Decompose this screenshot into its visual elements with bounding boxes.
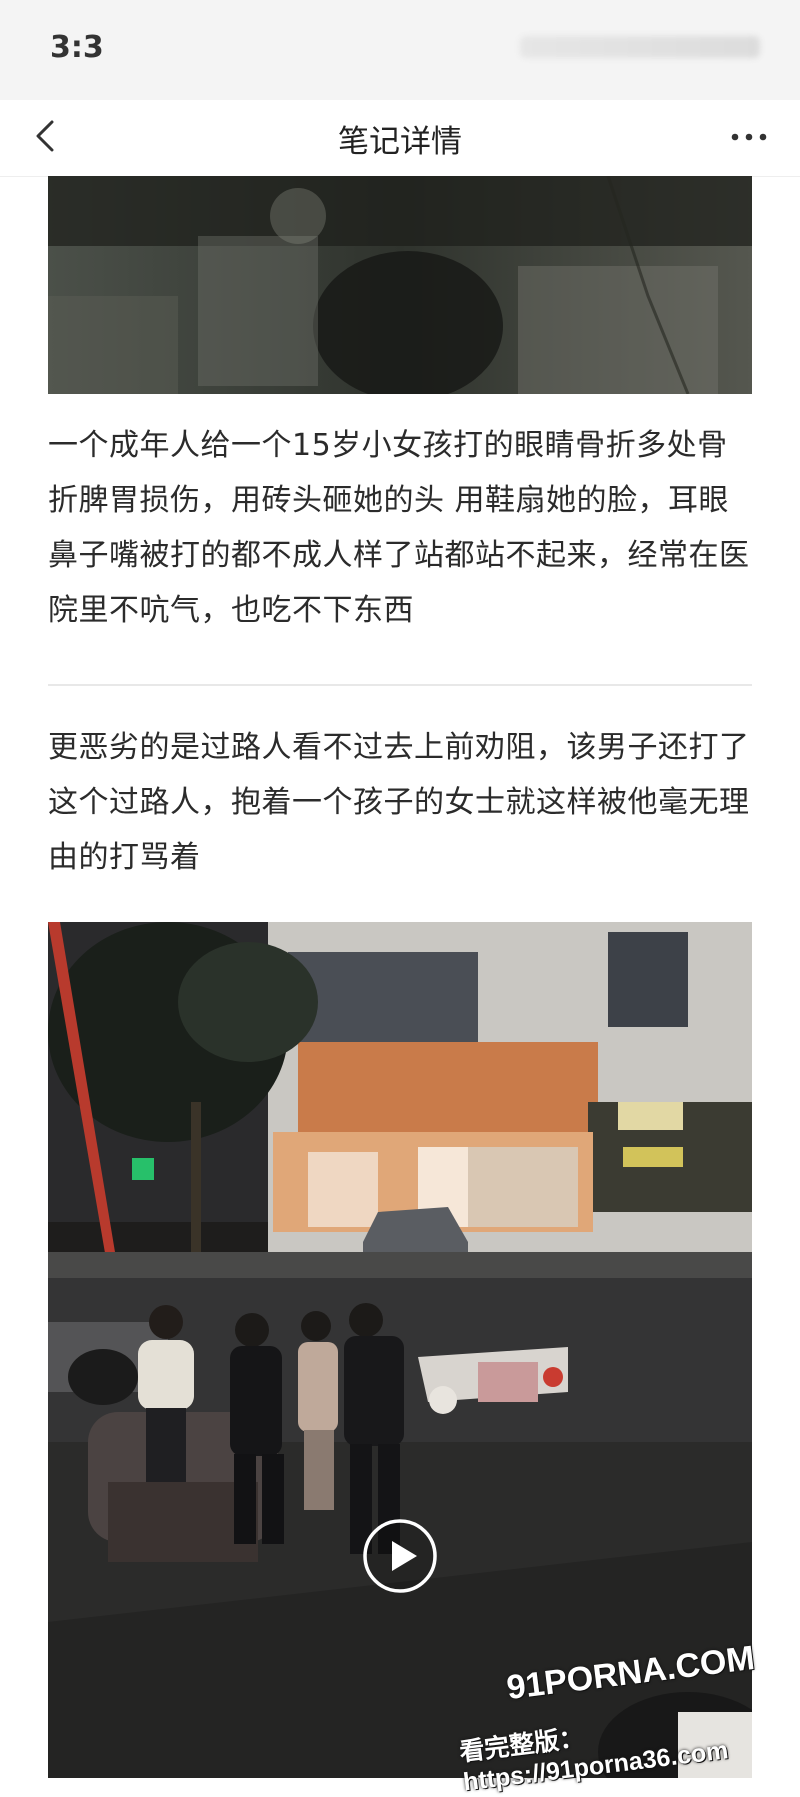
page-title: 笔记详情 (338, 124, 462, 160)
status-time: 3:3 (50, 30, 104, 65)
post-paragraph-2: 更恶劣的是过路人看不过去上前劝阻，该男子还打了这个过路人，抱着一个孩子的女士就这… (48, 730, 750, 875)
play-icon[interactable] (360, 1516, 440, 1596)
post-video[interactable] (48, 922, 752, 1778)
section-divider (48, 684, 752, 686)
navigation-bar: 笔记详情 (0, 100, 800, 177)
post-paragraph-1: 一个成年人给一个15岁小女孩打的眼睛骨折多处骨折脾胃损伤，用砖头砸她的头 用鞋扇… (48, 428, 750, 628)
status-icons (520, 36, 760, 58)
status-bar: 3:3 (0, 0, 800, 100)
post-image-top (48, 176, 752, 394)
more-options-icon[interactable] (726, 122, 772, 152)
